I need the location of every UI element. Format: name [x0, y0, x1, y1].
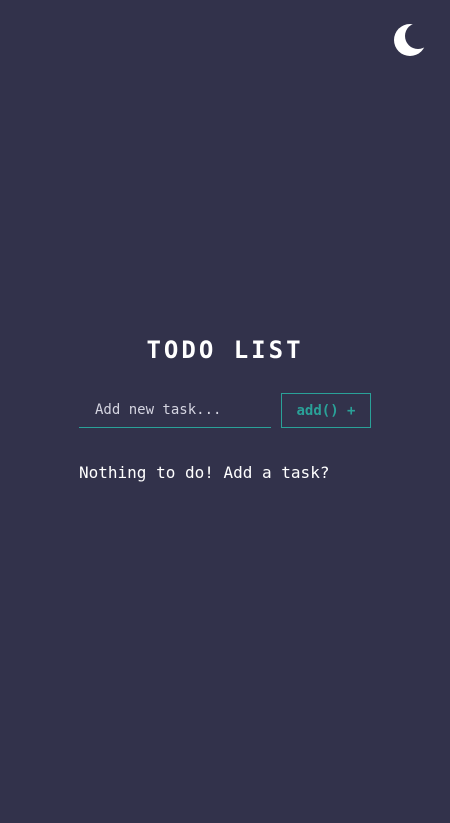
todo-app: TODO LIST add() + Nothing to do! Add a t… — [79, 333, 371, 483]
page-title: TODO LIST — [146, 336, 304, 364]
add-task-button[interactable]: add() + — [281, 393, 371, 428]
add-task-form: add() + — [79, 393, 371, 428]
theme-toggle-button[interactable] — [393, 23, 427, 57]
empty-list-message: Nothing to do! Add a task? — [79, 463, 330, 482]
moon-icon — [394, 24, 426, 56]
new-task-input[interactable] — [79, 393, 271, 428]
